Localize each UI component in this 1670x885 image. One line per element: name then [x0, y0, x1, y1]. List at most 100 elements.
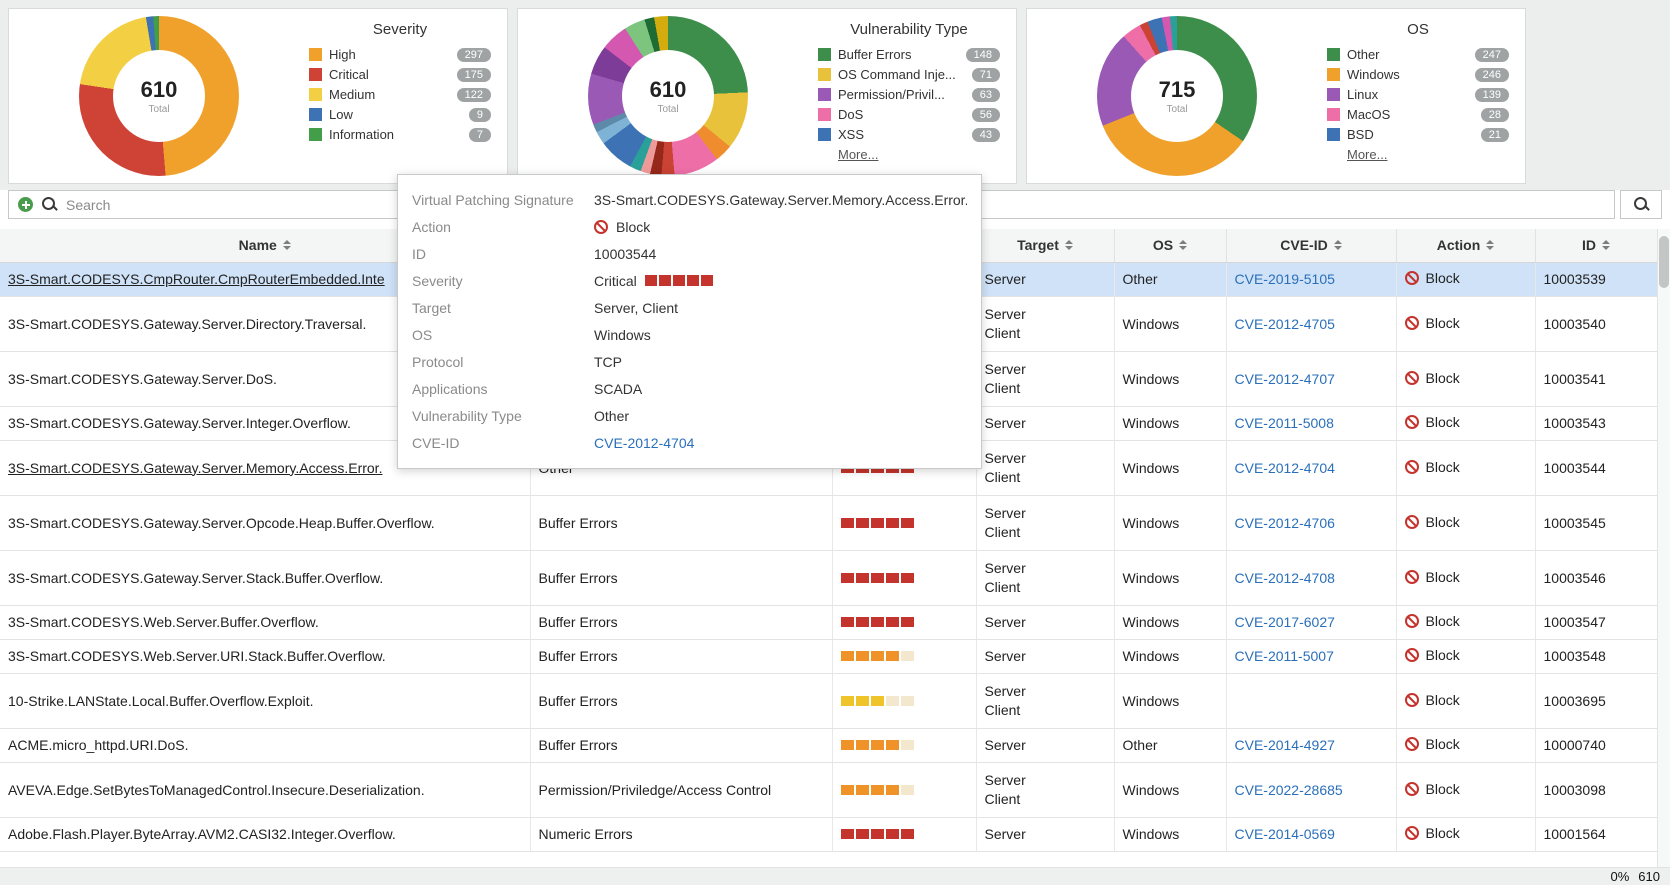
legend-count-badge: 71 — [972, 68, 1000, 82]
signature-name-cell[interactable]: 3S-Smart.CODESYS.Web.Server.Buffer.Overf… — [0, 605, 530, 639]
vertical-scrollbar[interactable] — [1657, 229, 1670, 867]
cve-cell: CVE-2017-6027 — [1226, 605, 1396, 639]
legend-label: Linux — [1347, 87, 1475, 102]
cve-link[interactable]: CVE-2014-4927 — [1235, 737, 1335, 753]
os-cell: Windows — [1114, 550, 1226, 605]
legend-item-dos[interactable]: DoS56 — [818, 107, 1000, 122]
severity-bar-segment — [871, 573, 884, 583]
target-value: Server — [985, 504, 1106, 523]
sort-icon — [1334, 240, 1342, 250]
legend-label: Buffer Errors — [838, 47, 966, 62]
target-value: Server — [985, 305, 1106, 324]
legend-label: High — [329, 47, 457, 62]
target-value: Server — [985, 825, 1106, 844]
column-header-label: Name — [239, 237, 277, 253]
column-header-action[interactable]: Action — [1396, 229, 1535, 262]
column-header-os[interactable]: OS — [1114, 229, 1226, 262]
legend-item-low[interactable]: Low9 — [309, 107, 491, 122]
cve-link[interactable]: CVE-2012-4705 — [1235, 316, 1335, 332]
add-filter-icon[interactable] — [18, 197, 33, 212]
legend-item-macos[interactable]: MacOS28 — [1327, 107, 1509, 122]
legend-item-permission-privil[interactable]: Permission/Privil...63 — [818, 87, 1000, 102]
signature-name-cell[interactable]: AVEVA.Edge.SetBytesToManagedControl.Inse… — [0, 762, 530, 817]
column-header-cve-id[interactable]: CVE-ID — [1226, 229, 1396, 262]
table-row[interactable]: 3S-Smart.CODESYS.Gateway.Server.Stack.Bu… — [0, 550, 1657, 605]
cve-link[interactable]: CVE-2012-4707 — [1235, 371, 1335, 387]
legend-more-link[interactable]: More... — [1347, 147, 1509, 162]
legend-item-os-command-inje[interactable]: OS Command Inje...71 — [818, 67, 1000, 82]
signature-name-cell[interactable]: 10-Strike.LANState.Local.Buffer.Overflow… — [0, 673, 530, 728]
id-cell: 10000740 — [1535, 728, 1657, 762]
id-cell: 10003098 — [1535, 762, 1657, 817]
signature-name-cell[interactable]: 3S-Smart.CODESYS.Gateway.Server.Stack.Bu… — [0, 550, 530, 605]
severity-bar-segment — [841, 829, 854, 839]
signature-name-cell[interactable]: ACME.micro_httpd.URI.DoS. — [0, 728, 530, 762]
cve-link[interactable]: CVE-2014-0569 — [1235, 826, 1335, 842]
cve-link[interactable]: CVE-2012-4704 — [1235, 460, 1335, 476]
cve-cell — [1226, 673, 1396, 728]
column-header-label: Action — [1437, 237, 1481, 253]
severity-cell — [832, 550, 976, 605]
vulnerability-type-donut-chart: 610Total — [588, 16, 748, 176]
popup-field-label: Vulnerability Type — [412, 408, 594, 424]
signature-name-cell[interactable]: Adobe.Flash.Player.ByteArray.AVM2.CASI32… — [0, 817, 530, 851]
signature-name: Adobe.Flash.Player.ByteArray.AVM2.CASI32… — [8, 826, 396, 842]
legend-item-information[interactable]: Information7 — [309, 127, 491, 142]
column-header-id[interactable]: ID — [1535, 229, 1657, 262]
table-row[interactable]: AVEVA.Edge.SetBytesToManagedControl.Inse… — [0, 762, 1657, 817]
cve-cell: CVE-2012-4705 — [1226, 296, 1396, 351]
severity-bar-segment — [901, 518, 914, 528]
legend-item-medium[interactable]: Medium122 — [309, 87, 491, 102]
legend-count-badge: 247 — [1475, 48, 1509, 62]
cve-link[interactable]: CVE-2017-6027 — [1235, 614, 1335, 630]
popup-field-label: Virtual Patching Signature — [412, 192, 594, 208]
action-cell: Block — [1396, 406, 1535, 440]
table-row[interactable]: 3S-Smart.CODESYS.Web.Server.URI.Stack.Bu… — [0, 639, 1657, 673]
cve-link[interactable]: CVE-2019-5105 — [1235, 271, 1335, 287]
legend-item-other[interactable]: Other247 — [1327, 47, 1509, 62]
table-row[interactable]: 3S-Smart.CODESYS.Gateway.Server.Opcode.H… — [0, 495, 1657, 550]
legend-item-high[interactable]: High297 — [309, 47, 491, 62]
signature-name-cell[interactable]: 3S-Smart.CODESYS.Gateway.Server.Opcode.H… — [0, 495, 530, 550]
column-header-target[interactable]: Target — [976, 229, 1114, 262]
action-value: Block — [1405, 514, 1460, 530]
os-cell: Other — [1114, 262, 1226, 296]
cve-link[interactable]: CVE-2011-5007 — [1235, 648, 1334, 664]
cve-link[interactable]: CVE-2012-4708 — [1235, 570, 1335, 586]
popup-field-value: CVE-2012-4704 — [594, 435, 694, 451]
cve-cell: CVE-2012-4706 — [1226, 495, 1396, 550]
os-cell: Windows — [1114, 639, 1226, 673]
legend-item-buffer-errors[interactable]: Buffer Errors148 — [818, 47, 1000, 62]
legend-item-bsd[interactable]: BSD21 — [1327, 127, 1509, 142]
severity-bar-segment — [856, 651, 869, 661]
severity-bar-segment — [687, 275, 699, 286]
cve-link[interactable]: CVE-2012-4706 — [1235, 515, 1335, 531]
severity-bar-segment — [871, 518, 884, 528]
legend-item-xss[interactable]: XSS43 — [818, 127, 1000, 142]
severity-bar-segment — [901, 573, 914, 583]
popup-field-severity: SeverityCritical — [412, 267, 967, 294]
cve-link[interactable]: CVE-2022-28685 — [1235, 782, 1343, 798]
table-row[interactable]: ACME.micro_httpd.URI.DoS.Buffer ErrorsSe… — [0, 728, 1657, 762]
legend-more-link[interactable]: More... — [838, 147, 1000, 162]
signature-name-cell[interactable]: 3S-Smart.CODESYS.Web.Server.URI.Stack.Bu… — [0, 639, 530, 673]
search-button[interactable] — [1620, 190, 1662, 219]
signature-name: 3S-Smart.CODESYS.Gateway.Server.Stack.Bu… — [8, 570, 383, 586]
cve-link[interactable]: CVE-2011-5008 — [1235, 415, 1334, 431]
legend-item-linux[interactable]: Linux139 — [1327, 87, 1509, 102]
popup-text-value: Other — [594, 408, 629, 424]
scrollbar-thumb[interactable] — [1659, 236, 1669, 288]
table-row[interactable]: 3S-Smart.CODESYS.Web.Server.Buffer.Overf… — [0, 605, 1657, 639]
target-value: Client — [985, 468, 1106, 487]
legend-item-critical[interactable]: Critical175 — [309, 67, 491, 82]
popup-cve-link[interactable]: CVE-2012-4704 — [594, 435, 694, 451]
column-header-content: ID — [1582, 237, 1610, 253]
legend-count-badge: 297 — [457, 48, 491, 62]
legend-item-windows[interactable]: Windows246 — [1327, 67, 1509, 82]
action-value: Block — [1405, 270, 1460, 286]
table-row[interactable]: Adobe.Flash.Player.ByteArray.AVM2.CASI32… — [0, 817, 1657, 851]
table-row[interactable]: 10-Strike.LANState.Local.Buffer.Overflow… — [0, 673, 1657, 728]
popup-field-os: OSWindows — [412, 321, 967, 348]
column-header-label: OS — [1153, 237, 1173, 253]
action-cell: Block — [1396, 728, 1535, 762]
